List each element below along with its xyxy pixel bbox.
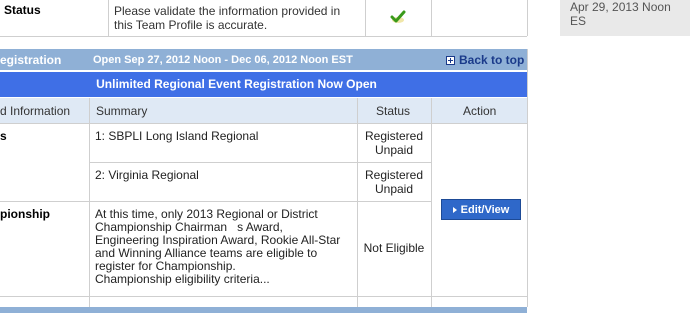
row1-status-line1: Registered <box>364 129 424 143</box>
next-section-bar <box>0 307 527 313</box>
table-header-row: d Information Summary Status Action <box>0 98 527 123</box>
row1-status-line2: Unpaid <box>374 143 414 157</box>
plus-box-icon <box>446 55 455 65</box>
section-dates: Open Sep 27, 2012 Noon - Dec 06, 2012 No… <box>93 54 353 66</box>
edit-view-label: Edit/View <box>460 203 510 216</box>
edit-view-button[interactable]: Edit/View <box>441 199 521 220</box>
status-label: Status <box>4 3 41 17</box>
registration-open-banner: Unlimited Regional Event Registration No… <box>0 72 527 97</box>
banner-text: Unlimited Regional Event Registration No… <box>96 77 377 91</box>
status-message-line2: this Team Profile is accurate. <box>114 18 268 32</box>
play-arrow-icon <box>452 206 457 213</box>
checkmark-icon <box>390 9 406 25</box>
back-to-top-label: Back to top <box>459 53 525 67</box>
header-status: Status <box>376 104 411 118</box>
header-summary: Summary <box>96 104 148 118</box>
row3-info: pionship <box>0 207 50 221</box>
status-message-line1: Please validate the information provided… <box>114 4 341 18</box>
back-to-top-link[interactable]: Back to top <box>446 53 524 67</box>
eligibility-criteria-link[interactable]: Championship eligibility criteria... <box>95 273 270 286</box>
section-header-bar: egistration Open Sep 27, 2012 Noon - Dec… <box>0 49 527 70</box>
row2-status-line2: Unpaid <box>374 182 414 196</box>
row1-summary: 1: SBPLI Long Island Regional <box>95 129 259 143</box>
side-panel: Apr 29, 2013 Noon ES <box>560 0 690 36</box>
header-action: Action <box>463 104 497 118</box>
header-info: d Information <box>0 104 71 118</box>
row2-summary: 2: Virginia Regional <box>95 168 199 182</box>
side-timestamp: Apr 29, 2013 Noon ES <box>570 0 671 28</box>
section-title: egistration <box>0 53 62 67</box>
row2-status-line1: Registered <box>364 168 424 182</box>
row1-info: s <box>0 129 7 143</box>
row3-status: Not Eligible <box>363 241 425 255</box>
